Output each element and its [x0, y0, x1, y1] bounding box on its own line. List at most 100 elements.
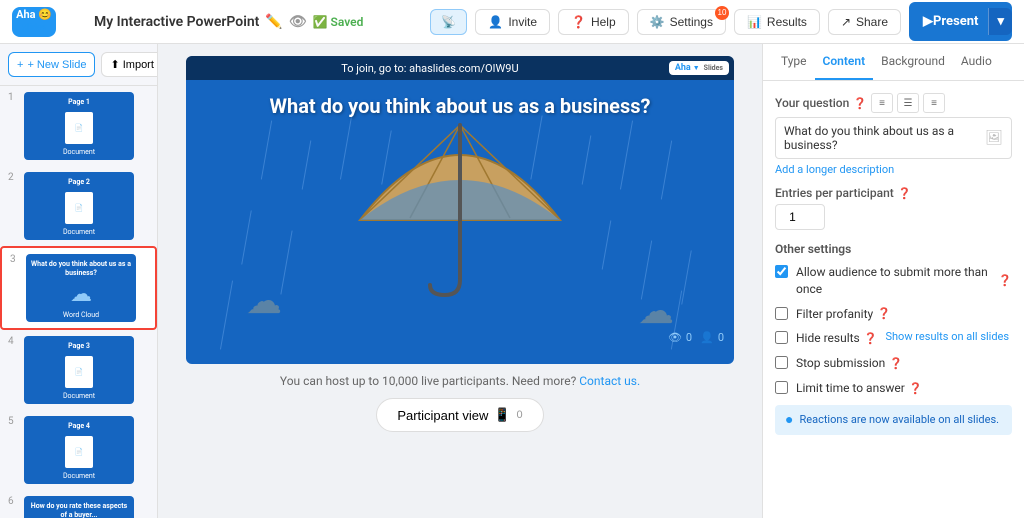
checkbox-allow-multiple: Allow audience to submit more than once …	[775, 264, 1012, 298]
title-text: My Interactive PowerPoint	[94, 14, 259, 30]
limit-time-help[interactable]: ❓	[909, 381, 923, 396]
tab-content[interactable]: Content	[815, 44, 874, 80]
settings-button[interactable]: ⚙️ Settings 10	[637, 9, 726, 35]
add-description-link[interactable]: Add a longer description	[775, 163, 1012, 176]
umbrella-svg	[330, 110, 590, 310]
slide-preview: To join, go to: ahaslides.com/OIW9U Aha …	[186, 56, 734, 364]
participant-view-button[interactable]: Participant view 📱 0	[376, 398, 543, 432]
entries-help-icon[interactable]: ❓	[898, 187, 912, 200]
other-settings-title: Other settings	[775, 242, 1012, 256]
person-count-icon: 👤	[700, 331, 714, 344]
slide-item-3[interactable]: 3 What do you think about us as a busine…	[0, 246, 157, 330]
stop-submission-help[interactable]: ❓	[889, 356, 903, 371]
help-button[interactable]: ❓ Help	[558, 9, 629, 35]
checkbox-hide-results: Hide results ❓ Show results on all slide…	[775, 330, 1012, 347]
question-field-label: Your question ❓ ≡ ☰ ≡	[775, 93, 1012, 113]
header: Aha 😊Slides My Interactive PowerPoint ✏️…	[0, 0, 1024, 44]
profanity-help[interactable]: ❓	[877, 306, 891, 321]
slide-thumb-2: Page 2 📄 Document	[24, 172, 134, 240]
title-icons: ✏️ 👁	[265, 14, 306, 30]
slide-thumb-3: What do you think about us as a business…	[26, 254, 136, 322]
allow-multiple-label: Allow audience to submit more than once …	[796, 264, 1012, 298]
import-button[interactable]: ⬆ Import	[101, 52, 158, 77]
slide-sidebar: + + New Slide ⬆ Import 1 Page 1 📄 Docume…	[0, 44, 158, 518]
doc-icon-5: 📄	[65, 436, 93, 468]
header-actions: 📡 👤 Invite ❓ Help ⚙️ Settings 10 📊 Resul…	[430, 2, 1012, 41]
hide-results-help[interactable]: ❓	[864, 331, 878, 346]
slide-thumb-5: Page 4 📄 Document	[24, 416, 134, 484]
share-button[interactable]: ↗ Share	[828, 9, 901, 35]
question-value: What do you think about us as a business…	[784, 124, 985, 152]
filter-profanity-label: Filter profanity ❓	[796, 306, 891, 323]
join-url: To join, go to: ahaslides.com/OIW9U	[191, 62, 669, 75]
results-button[interactable]: 📊 Results	[734, 9, 820, 35]
slide-question: What do you think about us as a business…	[186, 94, 734, 118]
main-layout: + + New Slide ⬆ Import 1 Page 1 📄 Docume…	[0, 44, 1024, 518]
participant-view-label: Participant view	[397, 408, 488, 423]
slide-item-6[interactable]: 6 How do you rate these aspects of a buy…	[0, 490, 157, 518]
align-center-icon[interactable]: ☰	[897, 93, 919, 113]
logo-text: Aha 😊Slides	[16, 9, 52, 34]
align-left-icon[interactable]: ≡	[871, 93, 893, 113]
person-icon: 👤	[488, 15, 503, 29]
doc-icon-2: 📄	[65, 192, 93, 224]
tab-audio[interactable]: Audio	[953, 44, 1000, 80]
image-icon[interactable]: 🖼	[985, 130, 1003, 146]
slide-item-5[interactable]: 5 Page 4 📄 Document	[0, 410, 157, 490]
aha-badge: Aha ▼ Slides	[669, 61, 729, 75]
help-icon: ❓	[571, 15, 586, 29]
participants-count: 👤 0	[700, 331, 724, 344]
phone-icon: 📱	[494, 407, 510, 423]
info-dot-icon: ●	[785, 413, 793, 427]
contact-link[interactable]: Contact us.	[579, 374, 640, 388]
slide-item-2[interactable]: 2 Page 2 📄 Document	[0, 166, 157, 246]
allow-multiple-help[interactable]: ❓	[998, 273, 1012, 288]
show-results-link[interactable]: Show results on all slides	[885, 330, 1009, 343]
slide-thumb-4: Page 3 📄 Document	[24, 336, 134, 404]
limit-time-label: Limit time to answer ❓	[796, 380, 923, 397]
right-panel: Type Content Background Audio Your quest…	[762, 44, 1024, 518]
participant-view-count: 0	[517, 409, 523, 421]
align-right-icon[interactable]: ≡	[923, 93, 945, 113]
limit-time-checkbox[interactable]	[775, 381, 788, 394]
tab-background[interactable]: Background	[873, 44, 953, 80]
preview-bar: To join, go to: ahaslides.com/OIW9U Aha …	[186, 56, 734, 80]
panel-tabs: Type Content Background Audio	[763, 44, 1024, 81]
tab-type[interactable]: Type	[773, 44, 815, 80]
reactions-text: Reactions are now available on all slide…	[799, 413, 999, 426]
slide-thumb-1: Page 1 📄 Document	[24, 92, 134, 160]
invite-button[interactable]: 👤 Invite	[475, 9, 550, 35]
document-title: My Interactive PowerPoint ✏️ 👁 ✅ Saved	[94, 14, 420, 30]
slide-item-1[interactable]: 1 Page 1 📄 Document	[0, 86, 157, 166]
stop-submission-label: Stop submission ❓	[796, 355, 903, 372]
eye-count-icon: 👁	[668, 331, 682, 344]
present-button[interactable]: ▶ Present ▾	[909, 2, 1012, 41]
preview-footer: 👁 0 👤 0	[668, 331, 724, 344]
views-count: 👁 0	[668, 331, 692, 344]
results-icon: 📊	[747, 15, 762, 29]
filter-profanity-checkbox[interactable]	[775, 307, 788, 320]
slide-item-4[interactable]: 4 Page 3 📄 Document	[0, 330, 157, 410]
checkbox-filter-profanity: Filter profanity ❓	[775, 306, 1012, 323]
reactions-info-banner: ● Reactions are now available on all sli…	[775, 405, 1012, 435]
eye-icon[interactable]: 👁	[289, 14, 307, 30]
hide-results-checkbox[interactable]	[775, 331, 788, 344]
panel-body: Your question ❓ ≡ ☰ ≡ What do you think …	[763, 81, 1024, 518]
align-icons: ≡ ☰ ≡	[871, 93, 945, 113]
broadcast-button[interactable]: 📡	[430, 9, 467, 35]
stop-submission-checkbox[interactable]	[775, 356, 788, 369]
slide-thumb-6: How do you rate these aspects of a buyer…	[24, 496, 134, 518]
allow-multiple-checkbox[interactable]	[775, 265, 788, 278]
question-help-icon[interactable]: ❓	[853, 97, 867, 110]
saved-badge: ✅ Saved	[313, 15, 364, 29]
entries-input[interactable]	[775, 204, 825, 230]
doc-icon-4: 📄	[65, 356, 93, 388]
cloud-right: ☁	[638, 290, 674, 332]
cloud-left: ☁	[246, 280, 282, 322]
new-slide-button[interactable]: + + New Slide	[8, 52, 95, 77]
share-icon: ↗	[841, 15, 851, 29]
edit-icon[interactable]: ✏️	[265, 14, 282, 30]
present-caret[interactable]: ▾	[988, 8, 1012, 35]
canvas-info: You can host up to 10,000 live participa…	[280, 374, 640, 388]
checkbox-limit-time: Limit time to answer ❓	[775, 380, 1012, 397]
